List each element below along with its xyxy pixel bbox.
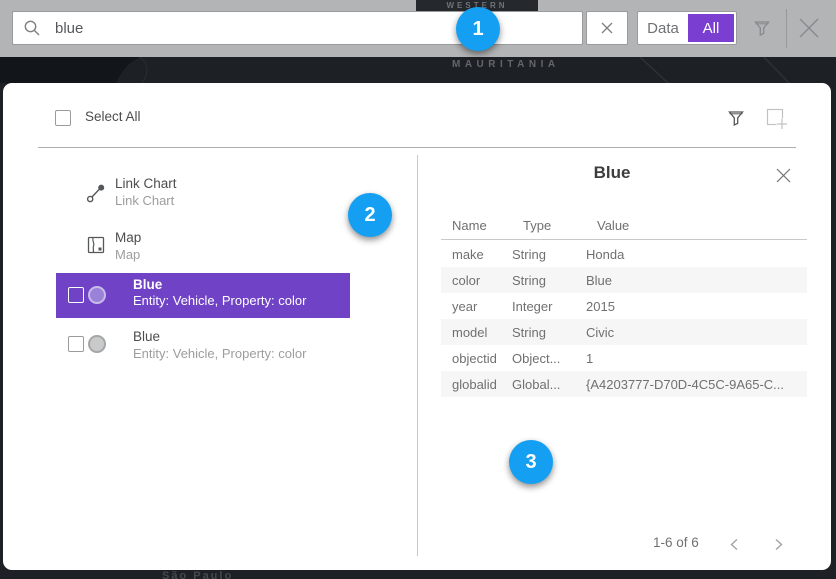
panel-filter-icon[interactable] xyxy=(726,108,746,128)
select-all-label: Select All xyxy=(85,109,141,124)
details-close-icon[interactable] xyxy=(775,167,792,184)
table-row: objectid Object... 1 xyxy=(441,345,807,371)
search-results-panel: Select All Link Chart Link Chart Map Map xyxy=(3,83,831,570)
cell-type: String xyxy=(512,325,586,340)
cell-value: Honda xyxy=(586,247,807,262)
callout-1: 1 xyxy=(456,7,500,51)
link-chart-icon xyxy=(86,183,106,203)
search-icon xyxy=(23,19,41,37)
map-border-line xyxy=(640,57,668,83)
map-label-mauritania: MAURITANIA xyxy=(452,59,560,70)
result-item-subtitle: Entity: Vehicle, Property: color xyxy=(133,346,306,361)
cell-value: 2015 xyxy=(586,299,807,314)
filter-icon[interactable] xyxy=(752,18,772,38)
cell-type: Integer xyxy=(512,299,586,314)
callout-2: 2 xyxy=(348,193,392,237)
cell-type: Object... xyxy=(512,351,586,366)
results-divider xyxy=(38,147,796,148)
table-row: make String Honda xyxy=(441,241,807,267)
cell-type: String xyxy=(512,273,586,288)
result-subtitle: Entity: Vehicle, Property: color xyxy=(133,293,306,308)
table-row: color String Blue xyxy=(441,267,807,293)
app-window: MAURITANIA São Paulo WESTERN Data All xyxy=(0,0,836,579)
column-header-value: Value xyxy=(597,218,629,233)
add-selection-icon[interactable] xyxy=(765,107,789,131)
result-item-link-chart[interactable]: Link Chart xyxy=(115,176,177,191)
pagination-label: 1-6 of 6 xyxy=(653,535,699,550)
cell-value: Civic xyxy=(586,325,807,340)
cell-name: year xyxy=(441,299,512,314)
cell-value: 1 xyxy=(586,351,807,366)
map-ocean-shape xyxy=(0,57,140,83)
entity-icon xyxy=(88,335,106,353)
result-item-subtitle: Link Chart xyxy=(115,193,174,208)
table-row: globalid Global... {A4203777-D70D-4C5C-9… xyxy=(441,371,807,397)
result-checkbox[interactable] xyxy=(68,336,84,352)
cell-name: globalid xyxy=(441,377,512,392)
entity-icon xyxy=(88,286,106,304)
result-title: Blue xyxy=(133,277,162,292)
scope-toggle: Data All xyxy=(637,11,737,45)
close-icon[interactable] xyxy=(796,15,822,41)
map-border-line xyxy=(764,57,789,83)
details-title: Blue xyxy=(417,163,807,183)
cell-type: Global... xyxy=(512,377,586,392)
callout-3: 3 xyxy=(509,440,553,484)
result-item-map[interactable]: Map xyxy=(115,230,141,245)
chevron-right-icon[interactable] xyxy=(774,538,783,551)
result-item-subtitle: Map xyxy=(115,247,140,262)
map-label-bottom: São Paulo xyxy=(162,570,233,579)
select-all-checkbox[interactable] xyxy=(55,110,71,126)
clear-search-button[interactable] xyxy=(586,11,628,45)
cell-name: model xyxy=(441,325,512,340)
panel-divider xyxy=(417,155,418,556)
result-item-blue[interactable]: Blue xyxy=(133,329,160,344)
cell-name: make xyxy=(441,247,512,262)
table-row: model String Civic xyxy=(441,319,807,345)
attribute-table: make String Honda color String Blue year… xyxy=(441,241,807,397)
scope-toggle-all[interactable]: All xyxy=(688,14,734,42)
cell-name: color xyxy=(441,273,512,288)
cell-name: objectid xyxy=(441,351,512,366)
result-item-blue-selected[interactable]: Blue Entity: Vehicle, Property: color xyxy=(56,273,350,318)
column-header-type: Type xyxy=(523,218,551,233)
toolbar-divider xyxy=(786,9,787,48)
clear-icon xyxy=(601,22,613,34)
table-row: year Integer 2015 xyxy=(441,293,807,319)
search-toolbar: WESTERN Data All xyxy=(0,0,836,57)
cell-value: Blue xyxy=(586,273,807,288)
cell-type: String xyxy=(512,247,586,262)
column-header-name: Name xyxy=(452,218,487,233)
map-coast-line xyxy=(140,57,147,83)
cell-value: {A4203777-D70D-4C5C-9A65-C... xyxy=(586,377,807,392)
map-icon xyxy=(87,236,105,254)
result-checkbox[interactable] xyxy=(68,287,84,303)
chevron-left-icon[interactable] xyxy=(730,538,739,551)
table-header-divider xyxy=(441,239,807,240)
scope-toggle-data[interactable]: Data xyxy=(638,20,688,37)
